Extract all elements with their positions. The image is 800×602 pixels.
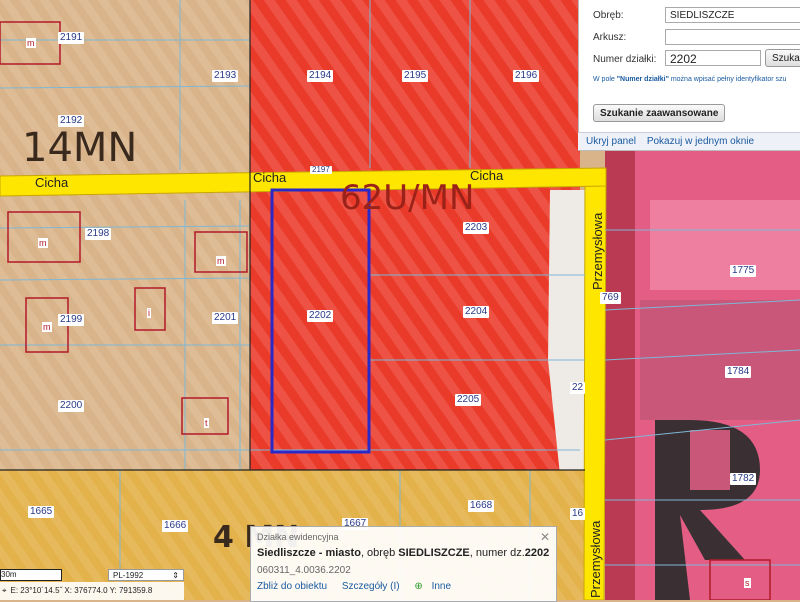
show-in-window-link[interactable]: Pokazuj w jednym oknie (647, 136, 754, 147)
street-label-cicha-2: Cicha (253, 170, 287, 185)
parcel-label-22: 22 (570, 382, 586, 394)
building-mark-m-1: m (26, 38, 36, 48)
coordinate-readout: ⌖ E: 23°10´14.5˝ X: 376774.0 Y: 791359.8 (0, 582, 184, 600)
parcel-label-2205: 2205 (455, 394, 482, 406)
popup-links: Zbliż do obiektu Szczegóły (I) ⊕ Inne (257, 581, 463, 592)
parcel-label-769: 769 (600, 292, 621, 304)
parcel-label-2203: 2203 (463, 222, 490, 234)
advanced-search-button[interactable]: Szukanie zaawansowane (593, 104, 726, 122)
parcel-label-1782: 1782 (730, 473, 757, 485)
parcel-label-2204: 2204 (463, 306, 490, 318)
chevron-updown-icon: ⇕ (172, 571, 179, 580)
popup-title-obreb: SIEDLISZCZE (398, 547, 470, 559)
building-mark-i: i (147, 308, 151, 318)
parcel-label-2194: 2194 (307, 70, 334, 82)
parcel-label-2199: 2199 (58, 314, 85, 326)
other-link[interactable]: Inne (432, 581, 451, 592)
details-link[interactable]: Szczegóły (I) (342, 581, 400, 592)
parcel-label-2195: 2195 (402, 70, 429, 82)
zone-label-14mn: 14MN (22, 125, 138, 171)
parcel-label-1784: 1784 (725, 366, 752, 378)
building-mark-t: t (204, 418, 209, 428)
building-mark-m-2: m (38, 238, 48, 248)
popup-identifier: 060311_4.0036.2202 (257, 565, 351, 576)
popup-title-number: 2202 (524, 547, 550, 559)
popup-caption: Działka ewidencyjna (257, 532, 339, 542)
projection-select[interactable]: PL-1992 ⇕ (108, 569, 184, 581)
cursor-icon: ⌖ (2, 586, 7, 595)
scale-bar: 30m (0, 569, 62, 581)
parcel-label-2201: 2201 (212, 312, 239, 324)
street-label-cicha-1: Cicha (35, 175, 69, 190)
building-mark-m-4: m (42, 322, 52, 332)
zone-letter-r-hole (690, 430, 730, 490)
popup-title-locality: Siedliszcze - miasto (257, 547, 361, 559)
plus-circle-icon[interactable]: ⊕ (414, 581, 422, 592)
search-panel: Obręb: SIEDLISZCZE Arkusz: Numer działki… (578, 0, 800, 151)
right-zone-mid (640, 300, 800, 420)
search-hint-suffix: można wpisać pełny identyfikator szu (668, 76, 787, 83)
parcel-label-2196: 2196 (513, 70, 540, 82)
parcel-label-1668: 1668 (468, 500, 495, 512)
parcel-label-2200: 2200 (58, 400, 85, 412)
street-label-cicha-3: Cicha (470, 168, 504, 183)
right-zone-light (650, 200, 800, 290)
numer-dzialki-label: Numer działki: (593, 54, 657, 65)
hide-panel-link[interactable]: Ukryj panel (586, 136, 636, 147)
panel-links: Ukryj panel Pokazuj w jednym oknie (578, 132, 800, 150)
coordinate-text: E: 23°10´14.5˝ X: 376774.0 Y: 791359.8 (10, 586, 153, 595)
obreb-input[interactable]: SIEDLISZCZE (665, 7, 800, 23)
arkusz-label: Arkusz: (593, 32, 627, 43)
parcel-label-1666: 1666 (162, 520, 189, 532)
street-label-przemyslowa-2: Przemysłowa (588, 520, 603, 598)
arkusz-input[interactable] (665, 29, 800, 45)
parcel-label-1775: 1775 (730, 265, 757, 277)
parcel-label-2202[interactable]: 2202 (307, 310, 334, 322)
building-mark-m-3: m (216, 256, 226, 266)
zoom-to-object-link[interactable]: Zbliż do obiektu (257, 581, 327, 592)
parcel-label-1665: 1665 (28, 506, 55, 518)
search-button[interactable]: Szuka (765, 49, 800, 67)
projection-value: PL-1992 (113, 571, 144, 580)
popup-title: Siedliszcze - miasto, obręb SIEDLISZCZE,… (257, 547, 549, 559)
obreb-label: Obręb: (593, 10, 624, 21)
parcel-label-2198: 2198 (85, 228, 112, 240)
search-hint-prefix: W pole (593, 76, 617, 83)
parcel-label-2197: 2197 (310, 165, 332, 174)
street-label-przemyslowa-1: Przemysłowa (590, 212, 605, 290)
right-zone-edge (605, 150, 635, 600)
parcel-label-2191: 2191 (58, 32, 85, 44)
popup-title-mid2: , numer dz. (469, 547, 525, 559)
parcel-label-16: 16 (570, 508, 586, 520)
parcel-label-2192: 2192 (58, 115, 85, 127)
popup-close-icon[interactable]: ✕ (540, 530, 550, 544)
parcel-info-popup: Działka ewidencyjna ✕ Siedliszcze - mias… (250, 526, 557, 602)
numer-dzialki-input[interactable]: 2202 (665, 50, 761, 66)
popup-title-mid: , obręb (360, 547, 399, 559)
search-hint-bold: "Numer działki" (616, 76, 669, 83)
search-hint: W pole "Numer działki" można wpisać pełn… (593, 76, 786, 83)
zone-label-62umn: 62U/MN (340, 178, 475, 218)
building-mark-s: s (744, 578, 751, 588)
parcel-label-2193: 2193 (212, 70, 239, 82)
